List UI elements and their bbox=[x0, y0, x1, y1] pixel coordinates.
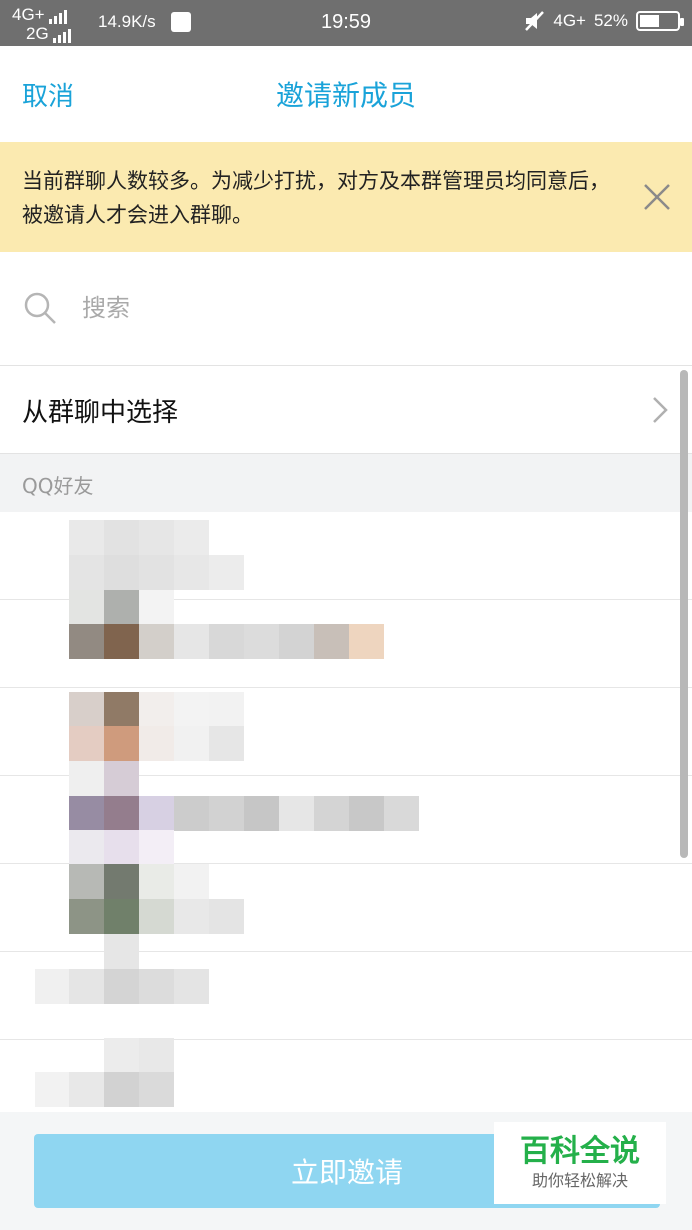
status-bar: 4G+ 2G 14.9K/s 19:59 4G+ 52% bbox=[0, 0, 692, 46]
battery-icon bbox=[636, 11, 684, 31]
privacy-mosaic bbox=[0, 512, 692, 1112]
watermark-subtitle: 助你轻松解决 bbox=[531, 1171, 628, 1190]
select-from-group-label: 从群聊中选择 bbox=[22, 398, 179, 428]
battery-fill bbox=[640, 15, 659, 27]
watermark: 百科全说 助你轻松解决 bbox=[494, 1122, 666, 1204]
chevron-right-icon bbox=[653, 397, 668, 423]
notice-text: 当前群聊人数较多。为减少打扰，对方及本群管理员均同意后，被邀请人才会进入群聊。 bbox=[22, 169, 610, 227]
page-title: 邀请新成员 bbox=[275, 79, 416, 112]
section-header: QQ好友 bbox=[0, 454, 692, 512]
close-icon[interactable] bbox=[640, 180, 674, 214]
search-bar bbox=[0, 252, 692, 366]
watermark-title: 百科全说 bbox=[520, 1134, 640, 1169]
search-icon bbox=[24, 292, 56, 324]
invite-members-screen: 4G+ 2G 14.9K/s 19:59 4G+ 52% 取消 邀请新成员 当前… bbox=[0, 0, 692, 1230]
select-from-group-row[interactable]: 从群聊中选择 bbox=[0, 366, 692, 454]
scrollbar[interactable] bbox=[680, 370, 688, 858]
section-label: QQ好友 bbox=[22, 474, 94, 498]
status-right: 4G+ 52% bbox=[523, 10, 684, 32]
friend-list bbox=[0, 512, 692, 1112]
network-right-label: 4G+ bbox=[553, 11, 586, 30]
battery-percent: 52% bbox=[593, 11, 628, 30]
notice-banner: 当前群聊人数较多。为减少打扰，对方及本群管理员均同意后，被邀请人才会进入群聊。 bbox=[0, 142, 692, 252]
mute-icon bbox=[525, 11, 545, 31]
search-input[interactable] bbox=[82, 288, 642, 328]
nav-bar: 取消 邀请新成员 bbox=[0, 46, 692, 142]
